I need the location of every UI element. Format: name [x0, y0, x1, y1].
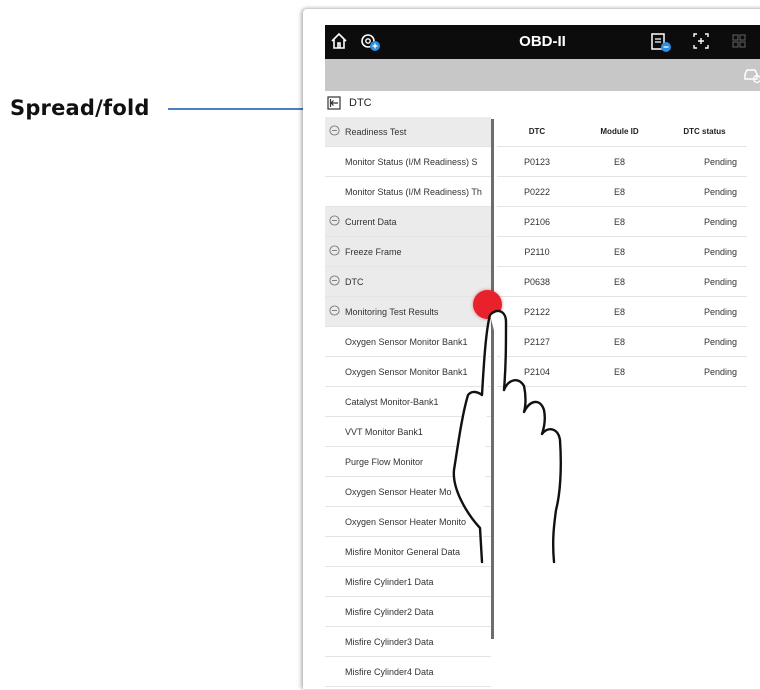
top-bar: OBD-II — [325, 25, 760, 59]
sidebar-item-current-data[interactable]: Current Data — [325, 207, 491, 237]
column-header-dtc-status: DTC status — [683, 127, 726, 136]
dtc-code: P0638 — [523, 277, 551, 287]
sidebar-item-label: Current Data — [345, 217, 397, 227]
sidebar-item-readiness-test[interactable]: Readiness Test — [325, 117, 491, 147]
dtc-code: P2110 — [524, 247, 550, 257]
sidebar-item-misfire-cyl4[interactable]: Misfire Cylinder4 Data — [325, 657, 491, 687]
module-id: E8 — [613, 187, 625, 197]
dtc-status: Pending — [703, 217, 737, 227]
sidebar-item-label: Misfire Cylinder3 Data — [345, 637, 434, 647]
table-row[interactable]: P0222 E8 Pending — [497, 177, 747, 207]
dtc-status: Pending — [703, 277, 737, 287]
sidebar-item-label: Readiness Test — [345, 127, 407, 137]
dtc-code: P2106 — [523, 217, 551, 227]
sidebar-item-label: VVT Monitor Bank1 — [345, 427, 423, 437]
table-row[interactable]: P2110 E8 Pending — [497, 237, 747, 267]
dtc-code: P0123 — [523, 157, 551, 167]
sidebar-item-label: Misfire Cylinder4 Data — [345, 667, 434, 677]
dtc-header-label: DTC — [349, 97, 372, 109]
collapse-icon[interactable] — [329, 125, 340, 138]
callout-label: Spread/fold — [10, 96, 150, 120]
collapse-icon[interactable] — [329, 245, 340, 258]
vehicle-report-icon[interactable] — [649, 31, 673, 58]
hand-pointer-icon — [452, 309, 562, 564]
table-row[interactable]: P2106 E8 Pending — [497, 207, 747, 237]
dtc-status: Pending — [703, 367, 737, 377]
grid-icon[interactable] — [729, 31, 749, 56]
collapse-icon[interactable] — [329, 215, 340, 228]
module-id: E8 — [613, 277, 625, 287]
sidebar-item-dtc[interactable]: DTC — [325, 267, 491, 297]
column-header-module-id: Module ID — [600, 127, 639, 136]
sidebar-item-misfire-cyl2[interactable]: Misfire Cylinder2 Data — [325, 597, 491, 627]
callout-line — [168, 108, 310, 110]
table-row[interactable]: P0123 E8 Pending — [497, 147, 747, 177]
sidebar-item-monitor-status-th[interactable]: Monitor Status (I/M Readiness) Th — [325, 177, 491, 207]
sidebar-item-freeze-frame[interactable]: Freeze Frame — [325, 237, 491, 267]
dtc-status: Pending — [703, 247, 737, 257]
collapse-icon[interactable] — [329, 275, 340, 288]
action-bar — [325, 59, 760, 91]
table-row[interactable]: P0638 E8 Pending — [497, 267, 747, 297]
sidebar-item-misfire-cyl3[interactable]: Misfire Cylinder3 Data — [325, 627, 491, 657]
car-icon[interactable] — [742, 66, 760, 89]
sidebar-item-label: Purge Flow Monitor — [345, 457, 424, 467]
dtc-status: Pending — [703, 157, 737, 167]
sidebar-item-monitor-status-s[interactable]: Monitor Status (I/M Readiness) S — [325, 147, 491, 177]
module-id: E8 — [613, 247, 625, 257]
sidebar-item-label: Monitor Status (I/M Readiness) S — [345, 157, 478, 167]
dtc-status: Pending — [703, 307, 737, 317]
sidebar-item-misfire-cyl1[interactable]: Misfire Cylinder1 Data — [325, 567, 491, 597]
fullscreen-icon[interactable] — [691, 31, 711, 56]
table-header: DTC Module ID DTC status — [497, 117, 747, 147]
dtc-code: P0222 — [523, 187, 551, 197]
sidebar-item-label: Misfire Cylinder1 Data — [345, 577, 434, 587]
sidebar-item-label: Freeze Frame — [345, 247, 402, 257]
sidebar-item-label: Monitor Status (I/M Readiness) Th — [345, 187, 482, 197]
fold-icon[interactable] — [327, 96, 341, 113]
module-id: E8 — [613, 217, 625, 227]
module-id: E8 — [613, 157, 625, 167]
sidebar-item-label: Misfire Cylinder2 Data — [345, 607, 434, 617]
column-header-dtc: DTC — [528, 127, 546, 136]
dtc-header: DTC — [325, 93, 760, 115]
sidebar-item-label: DTC — [345, 277, 364, 287]
dtc-status: Pending — [703, 337, 737, 347]
collapse-icon[interactable] — [329, 305, 340, 318]
dtc-status: Pending — [703, 187, 737, 197]
